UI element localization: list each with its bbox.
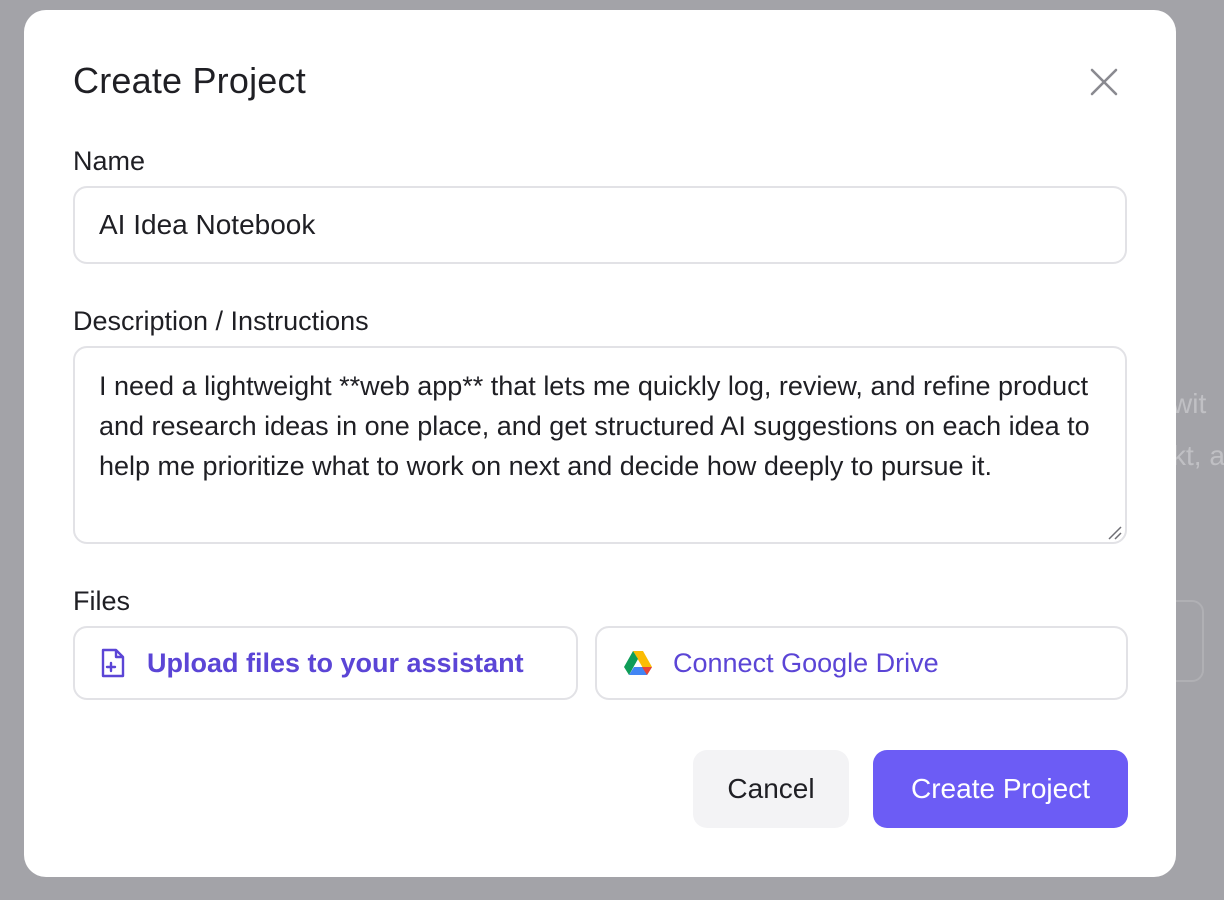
upload-files-label: Upload files to your assistant <box>147 647 524 678</box>
files-label: Files <box>73 586 131 616</box>
google-drive-icon <box>624 651 652 675</box>
background-text: kt, a <box>1172 440 1224 471</box>
create-project-button[interactable]: Create Project <box>873 750 1128 828</box>
upload-files-button[interactable]: Upload files to your assistant <box>73 626 578 700</box>
background-text: wit <box>1172 388 1207 419</box>
close-icon <box>1090 68 1118 96</box>
close-button[interactable] <box>1084 62 1124 102</box>
connect-google-drive-label: Connect Google Drive <box>673 647 939 678</box>
connect-google-drive-button[interactable]: Connect Google Drive <box>595 626 1128 700</box>
create-project-dialog: Create Project Name Description / Instru… <box>24 10 1176 877</box>
resize-handle-icon[interactable] <box>1106 524 1122 540</box>
file-plus-icon <box>101 648 125 678</box>
project-name-input[interactable] <box>73 186 1127 264</box>
description-textarea[interactable]: I need a lightweight **web app** that le… <box>73 346 1127 544</box>
cancel-button[interactable]: Cancel <box>693 750 849 828</box>
description-label: Description / Instructions <box>73 306 369 336</box>
dialog-title: Create Project <box>73 60 306 101</box>
name-label: Name <box>73 146 146 176</box>
